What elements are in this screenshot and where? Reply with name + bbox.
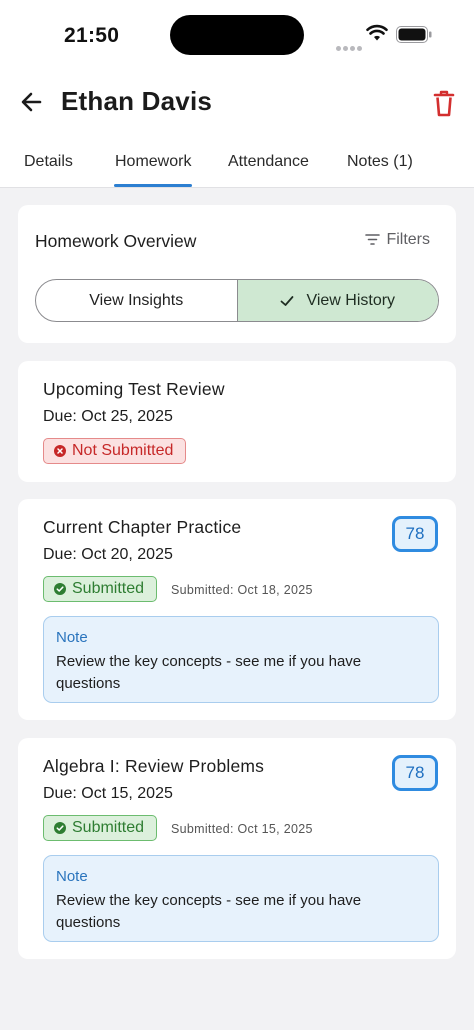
page-title: Ethan Davis [61,86,213,116]
status-label: Not Submitted [72,442,174,459]
back-arrow-icon[interactable] [18,88,46,116]
status-time: 21:50 [64,24,120,47]
score-badge[interactable]: 78 [392,516,438,552]
trash-icon[interactable] [430,88,458,118]
homework-card[interactable]: Current Chapter Practice 78 Due: Oct 20,… [18,499,456,720]
status-label: Submitted [72,580,145,597]
status-bar: 21:50 [0,0,474,70]
status-badge: Not Submitted [43,438,187,464]
note-text: Review the key concepts - see me if you … [56,892,362,931]
check-circle-icon [54,583,66,595]
top-bar: 21:50 Ethan Davis Details Homework Atten… [0,0,474,188]
checkmark-icon [281,295,294,306]
note-label: Note [56,868,88,885]
submitted-date: Submitted: Oct 15, 2025 [171,822,313,836]
status-badge: Submitted [43,815,158,841]
view-insights-label: View Insights [89,291,184,309]
homework-due-date: Due: Oct 15, 2025 [43,785,173,802]
note-text: Review the key concepts - see me if you … [56,653,362,692]
teacher-note: Note Review the key concepts - see me if… [43,855,439,942]
view-history-button[interactable]: View History [236,280,438,321]
error-circle-icon [54,445,66,457]
dynamic-island [170,15,304,55]
battery-icon [396,26,432,43]
wifi-icon [366,24,388,41]
homework-due-date: Due: Oct 20, 2025 [43,546,173,563]
cellular-signal-icon [336,38,364,56]
homework-title: Upcoming Test Review [43,379,225,399]
status-label: Submitted [72,819,145,836]
tab-bar: Details Homework Attendance Notes (1) [0,140,474,188]
tab-details[interactable]: Details [24,153,73,171]
status-badge: Submitted [43,576,158,602]
homework-overview-card: Homework Overview Filters View Insights … [18,205,456,343]
overview-title: Homework Overview [35,231,197,251]
page-header: Ethan Davis [0,80,474,126]
filters-button[interactable]: Filters [365,231,430,249]
filter-icon [365,234,381,245]
score-value: 78 [405,763,425,782]
check-circle-icon [54,822,66,834]
homework-card[interactable]: Algebra I: Review Problems 78 Due: Oct 1… [18,738,456,959]
tab-attendance[interactable]: Attendance [228,153,309,171]
teacher-note: Note Review the key concepts - see me if… [43,616,439,703]
homework-title: Current Chapter Practice [43,517,242,537]
view-history-label: View History [306,291,396,309]
tab-homework[interactable]: Homework [113,153,193,187]
score-badge[interactable]: 78 [392,755,438,791]
submitted-date: Submitted: Oct 18, 2025 [171,583,313,597]
score-value: 78 [405,524,425,543]
view-insights-button[interactable]: View Insights [36,280,237,321]
tab-notes[interactable]: Notes (1) [347,153,413,171]
homework-title: Algebra I: Review Problems [43,756,265,776]
view-toggle: View Insights View History [35,279,439,322]
filters-label: Filters [386,231,430,248]
homework-due-date: Due: Oct 25, 2025 [43,408,173,425]
note-label: Note [56,629,88,646]
homework-card[interactable]: Upcoming Test Review Due: Oct 25, 2025 N… [18,361,456,482]
